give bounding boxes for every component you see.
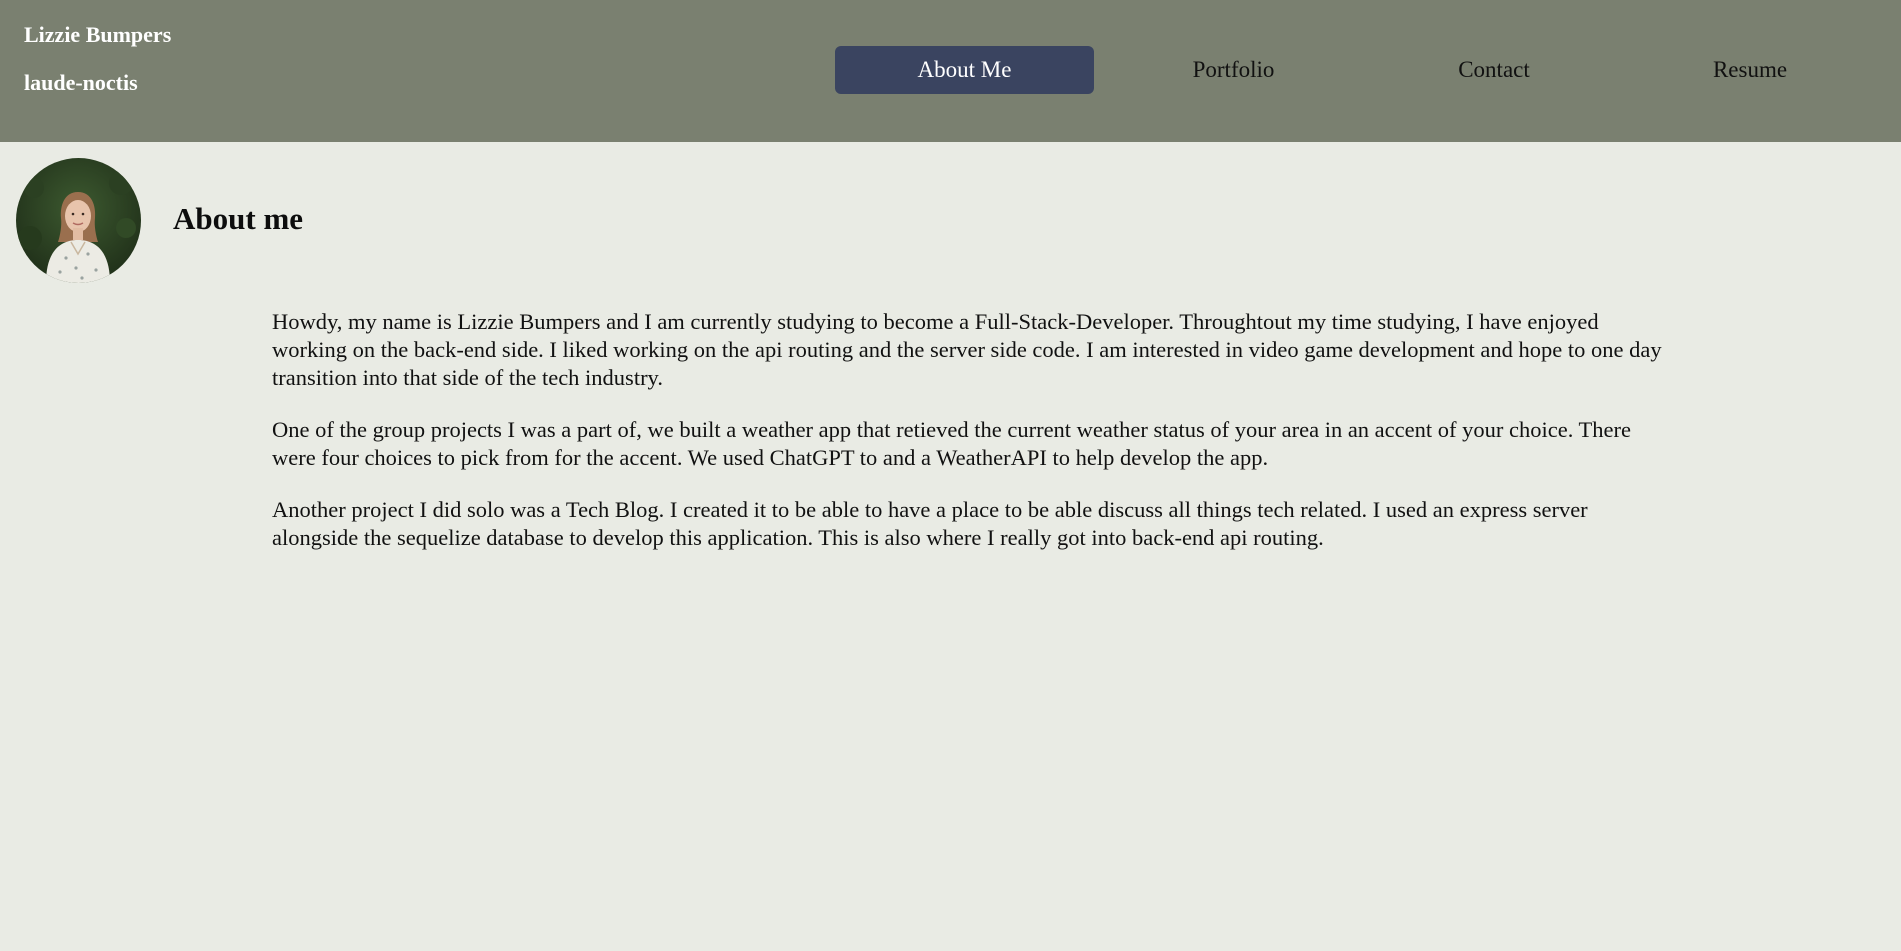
nav-portfolio[interactable]: Portfolio xyxy=(1104,46,1363,94)
nav-resume[interactable]: Resume xyxy=(1624,46,1876,94)
about-paragraph-3: Another project I did solo was a Tech Bl… xyxy=(272,497,1588,550)
about-paragraph-1: Howdy, my name is Lizzie Bumpers and I a… xyxy=(272,309,1662,390)
about-content: Howdy, my name is Lizzie Bumpers and I a… xyxy=(272,308,1662,576)
profile-photo-icon xyxy=(16,158,141,283)
brand-handle: laude-noctis xyxy=(24,70,138,95)
nav-about-me[interactable]: About Me xyxy=(835,46,1094,94)
avatar xyxy=(16,158,141,283)
about-paragraph-2: One of the group projects I was a part o… xyxy=(272,417,1632,470)
nav-contact[interactable]: Contact xyxy=(1364,46,1624,94)
page-title: About me xyxy=(173,201,304,236)
site-header: Lizzie Bumpers laude-noctis About Me Por… xyxy=(0,0,1901,142)
brand-name: Lizzie Bumpers xyxy=(24,22,172,47)
